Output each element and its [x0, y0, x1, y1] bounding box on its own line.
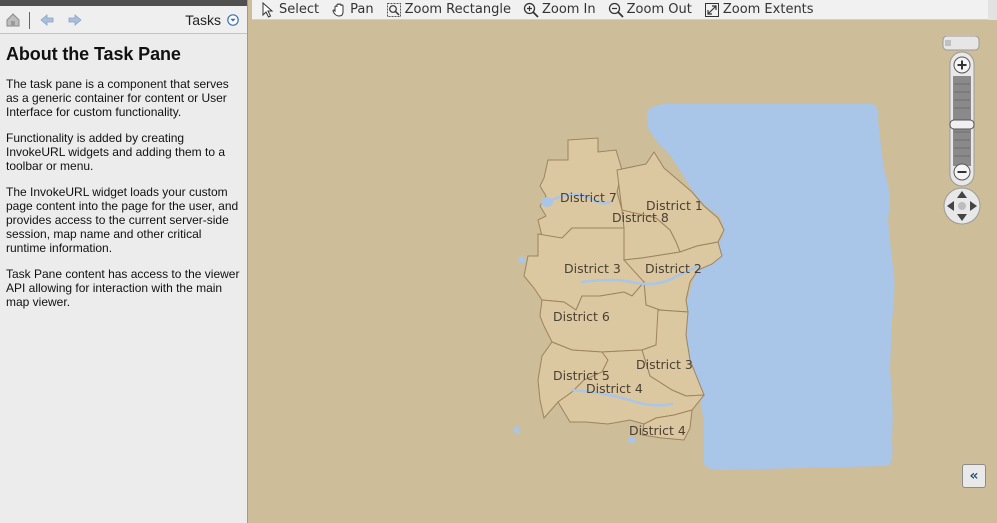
zoom-rectangle-tool-label: Zoom Rectangle [404, 2, 511, 17]
forward-arrow-icon[interactable] [67, 12, 83, 28]
zoom-extents-tool-button[interactable]: Zoom Extents [704, 2, 814, 18]
zoom-rectangle-icon [386, 2, 402, 18]
task-pane: Tasks About the Task Pane The task pane … [0, 0, 248, 523]
zoom-plus-icon[interactable] [953, 56, 971, 74]
task-pane-paragraph: Functionality is added by creating Invok… [6, 131, 226, 173]
map-viewer[interactable]: District 7 District 1 District 8 Distric… [252, 20, 997, 523]
zoom-in-icon [523, 2, 539, 18]
zoom-out-tool-button[interactable]: Zoom Out [608, 2, 692, 18]
toolbar-scroll-strip [988, 0, 997, 20]
task-pane-paragraph: Task Pane content has access to the view… [6, 267, 240, 309]
pan-arrows-icon[interactable] [943, 187, 981, 225]
task-pane-paragraph: The task pane is a component that serves… [6, 77, 229, 119]
district-label: District 4 [629, 423, 686, 438]
zoom-extents-tool-label: Zoom Extents [722, 2, 814, 17]
select-tool-label: Select [279, 2, 320, 17]
navigator-header[interactable] [942, 35, 980, 51]
pan-tool-button[interactable]: Pan [331, 2, 374, 18]
back-arrow-icon[interactable] [39, 12, 55, 28]
district-label: District 4 [586, 381, 643, 396]
district-label: District 8 [612, 210, 669, 225]
district-label: District 3 [636, 357, 693, 372]
tasks-menu-button[interactable]: Tasks [185, 12, 239, 28]
home-icon[interactable] [5, 12, 21, 28]
zoom-out-icon [608, 2, 624, 18]
zoom-slider-handle-icon[interactable] [949, 119, 975, 130]
map-toolbar: Select Pan Zoom Rectangle Zoom In Zoom O… [252, 0, 988, 20]
pond [518, 257, 526, 263]
pan-hand-icon [331, 2, 347, 18]
district-label: District 3 [564, 261, 621, 276]
zoom-in-tool-label: Zoom In [541, 2, 596, 17]
task-pane-paragraph: The InvokeURL widget loads your custom p… [6, 185, 239, 255]
district-label: District 2 [645, 261, 702, 276]
task-pane-toolbar: Tasks [0, 6, 247, 34]
zoom-rectangle-tool-button[interactable]: Zoom Rectangle [386, 2, 511, 18]
toolbar-separator [29, 12, 30, 29]
dropdown-circle-icon [227, 11, 239, 30]
pan-tool-label: Pan [350, 2, 374, 17]
zoom-minus-icon[interactable] [953, 163, 971, 181]
zoom-extents-icon [704, 2, 720, 18]
collapse-panel-button[interactable]: « [962, 464, 986, 488]
pond [541, 197, 553, 207]
district-label: District 7 [560, 190, 617, 205]
select-cursor-icon [260, 1, 276, 18]
zoom-out-tool-label: Zoom Out [626, 2, 692, 17]
map-navigator[interactable] [941, 35, 981, 226]
tasks-menu-label: Tasks [185, 12, 221, 28]
district-label: District 6 [553, 309, 610, 324]
zoom-in-tool-button[interactable]: Zoom In [523, 2, 596, 18]
task-pane-content: About the Task Pane The task pane is a c… [0, 34, 247, 309]
pond [514, 426, 520, 434]
task-pane-title: About the Task Pane [6, 44, 181, 64]
select-tool-button[interactable]: Select [260, 1, 320, 18]
map-canvas: District 7 District 1 District 8 Distric… [514, 104, 895, 470]
